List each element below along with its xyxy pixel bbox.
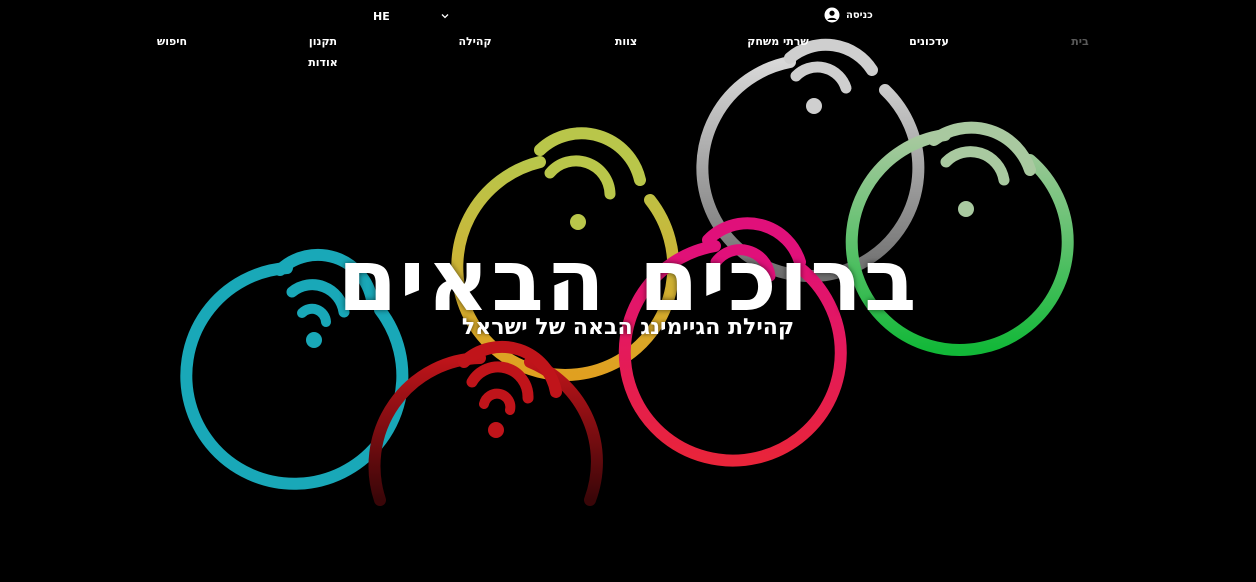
- nav-item-rules[interactable]: תקנון: [309, 35, 337, 48]
- login-button[interactable]: כניסה: [824, 6, 873, 24]
- nav-item-about[interactable]: אודות: [308, 56, 338, 69]
- nav-item-community[interactable]: קהילה: [458, 35, 491, 48]
- login-label: כניסה: [846, 9, 873, 21]
- language-code: HE: [373, 9, 390, 23]
- nav-item-search[interactable]: חיפוש: [157, 35, 187, 48]
- nav-item-team[interactable]: צוות: [615, 35, 637, 48]
- language-selector[interactable]: HE: [366, 5, 454, 27]
- nav-item-home[interactable]: בית: [1071, 35, 1088, 48]
- user-avatar-icon: [824, 7, 840, 23]
- hero-subtitle: קהילת הגיימינג הבאה של ישראל: [461, 315, 795, 341]
- nav-item-game-servers[interactable]: שרתי משחק: [747, 35, 809, 48]
- chevron-down-icon: [441, 14, 449, 19]
- nav-item-updates[interactable]: עדכונים: [909, 35, 949, 48]
